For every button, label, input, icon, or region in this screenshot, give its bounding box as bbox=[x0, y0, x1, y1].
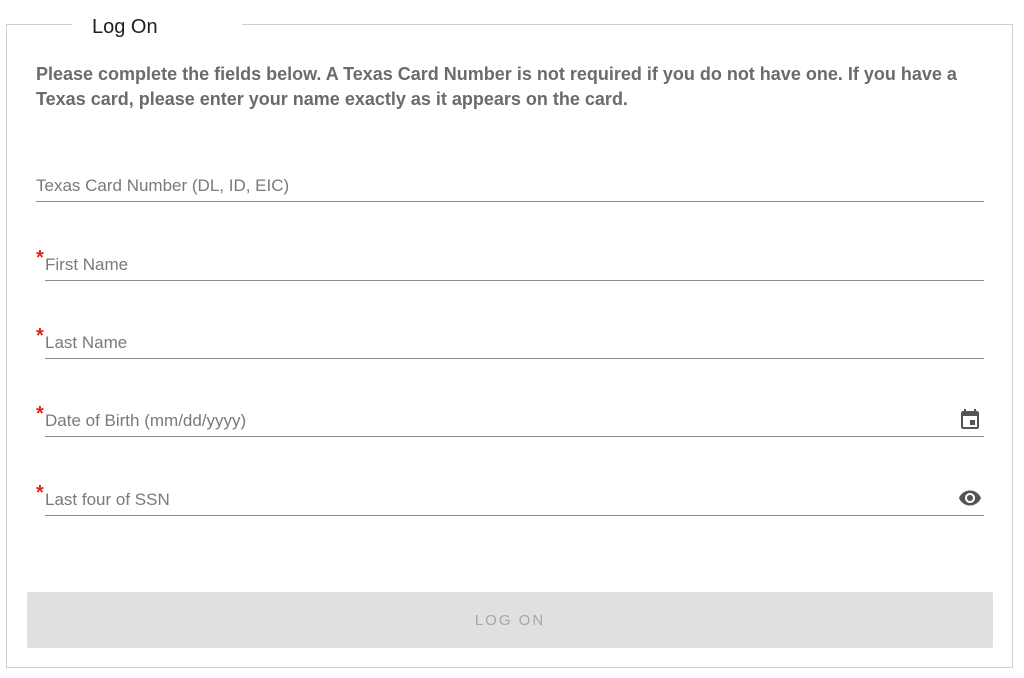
card-number-field bbox=[36, 171, 984, 202]
last-name-field bbox=[45, 328, 984, 359]
log-on-button[interactable]: LOG ON bbox=[27, 592, 993, 648]
required-marker: * bbox=[36, 325, 44, 347]
intro-text: Please complete the fields below. A Texa… bbox=[36, 64, 957, 109]
ssn-field bbox=[45, 485, 984, 516]
calendar-icon[interactable] bbox=[958, 407, 982, 431]
required-marker: * bbox=[36, 482, 44, 504]
dob-field bbox=[45, 406, 984, 437]
last-name-input[interactable] bbox=[45, 328, 984, 358]
first-name-input[interactable] bbox=[45, 250, 984, 280]
ssn-input[interactable] bbox=[45, 485, 984, 515]
form-title: Log On bbox=[72, 15, 178, 39]
card-number-input[interactable] bbox=[36, 171, 984, 201]
eye-icon[interactable] bbox=[958, 486, 982, 510]
required-marker: * bbox=[36, 403, 44, 425]
first-name-field bbox=[45, 250, 984, 281]
dob-input[interactable] bbox=[45, 406, 984, 436]
required-marker: * bbox=[36, 247, 44, 269]
